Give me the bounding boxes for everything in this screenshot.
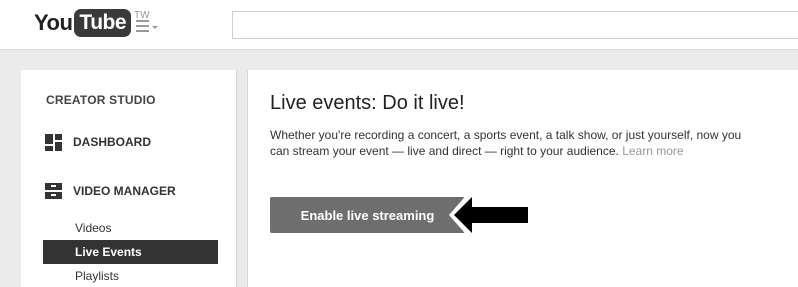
enable-live-streaming-button[interactable]: Enable live streaming [270, 197, 465, 233]
hamburger-icon [136, 20, 149, 32]
masthead: You Tube TW [0, 0, 798, 50]
learn-more-link[interactable]: Learn more [622, 144, 683, 158]
live-events-panel: Live events: Do it live! Whether you're … [247, 70, 798, 287]
sidebar-item-videos[interactable]: Videos [43, 216, 218, 240]
creator-studio-title[interactable]: CREATOR STUDIO [46, 93, 156, 107]
nav-dashboard-label: DASHBOARD [73, 135, 151, 149]
logo-tube-text: Tube [74, 9, 132, 37]
nav-video-manager-label: VIDEO MANAGER [73, 184, 176, 198]
nav-dashboard[interactable]: DASHBOARD [45, 132, 151, 152]
page-title: Live events: Do it live! [270, 92, 465, 114]
dashboard-icon [45, 133, 62, 151]
live-events-description: Whether you're recording a concert, a sp… [270, 127, 745, 159]
logo-you-text: You [34, 10, 73, 35]
creator-studio-sidebar: CREATOR STUDIO DASHBOARD VIDEO MANAGER V… [21, 70, 237, 287]
pointer-arrow-icon [449, 191, 530, 239]
caret-down-icon [152, 25, 158, 29]
video-manager-icon [45, 183, 62, 199]
guide-menu-button[interactable] [136, 16, 166, 36]
nav-video-manager[interactable]: VIDEO MANAGER [45, 181, 176, 201]
sidebar-item-live-events[interactable]: Live Events [43, 240, 218, 264]
search-input[interactable] [232, 11, 798, 39]
sidebar-item-playlists[interactable]: Playlists [43, 264, 218, 287]
youtube-logo[interactable]: You Tube TW [34, 8, 150, 40]
